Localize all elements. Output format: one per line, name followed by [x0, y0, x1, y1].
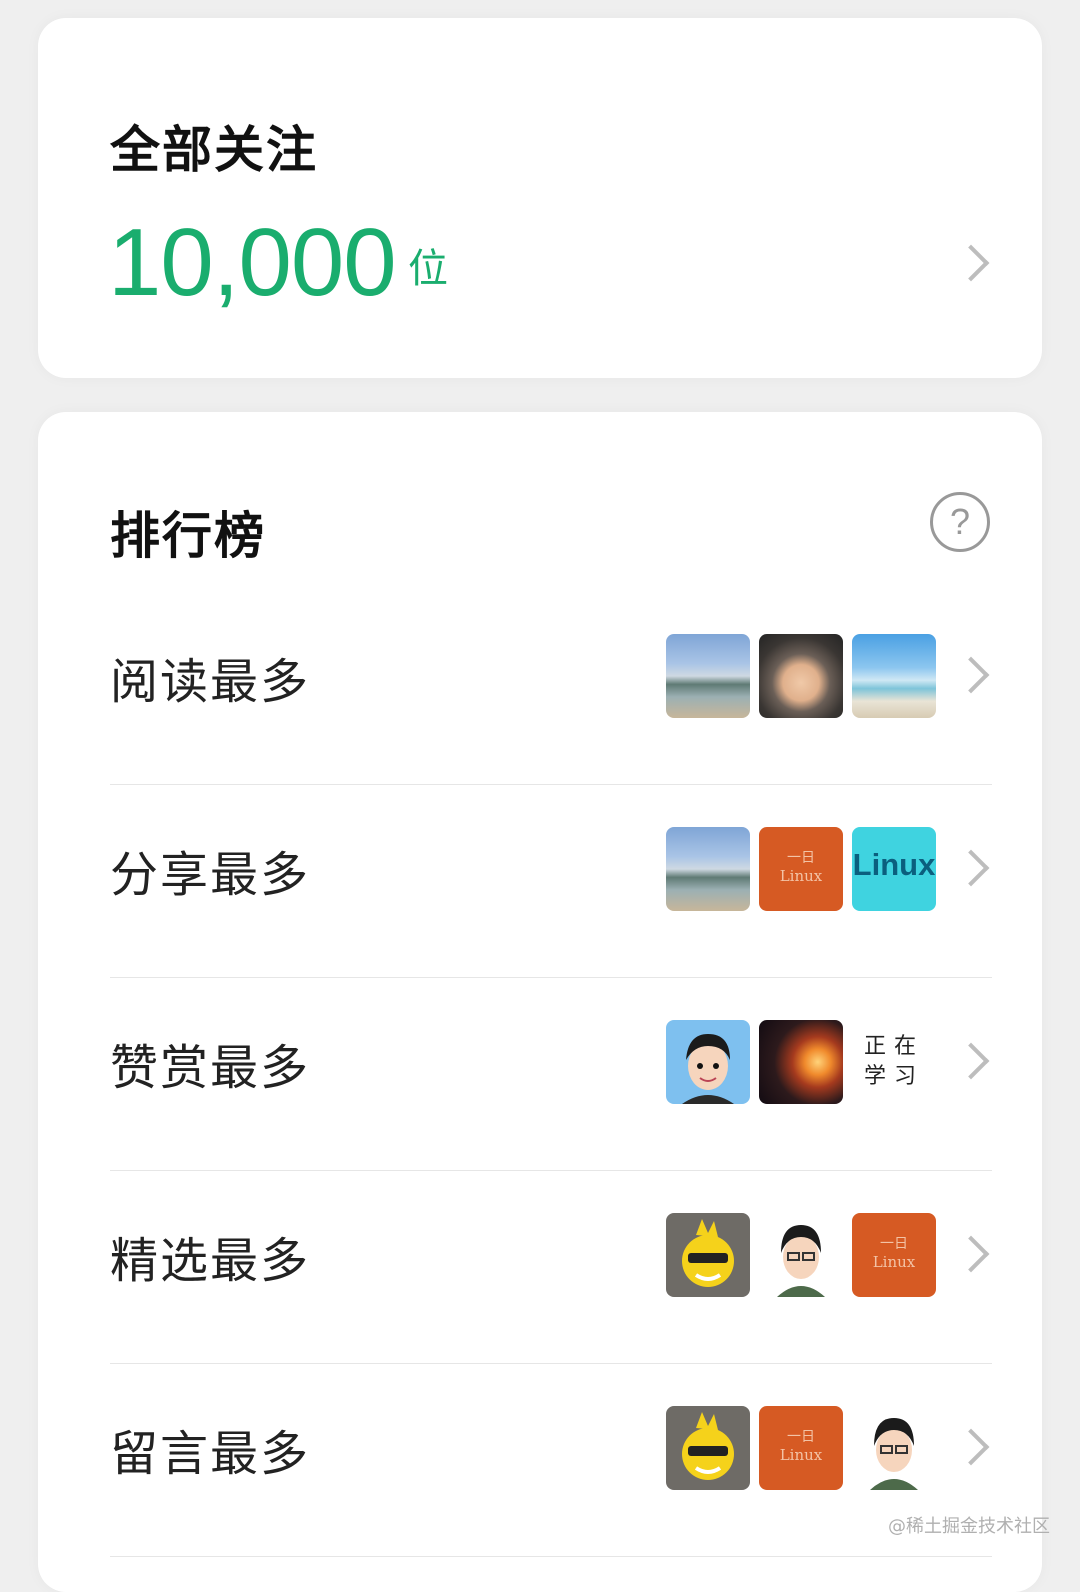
- chevron-right-icon: [952, 849, 990, 887]
- follow-count-unit: 位: [408, 246, 448, 292]
- avatar-text: Linux: [779, 1446, 823, 1464]
- avatar: [852, 1406, 936, 1490]
- ranking-title: 排行榜: [110, 507, 266, 565]
- avatar: 一日 Linux: [852, 1213, 936, 1297]
- all-follows-title: 全部关注: [110, 121, 318, 179]
- ranking-row-most-featured[interactable]: 精选最多 一日 Linux: [110, 1171, 992, 1364]
- ranking-row-label: 分享最多: [110, 847, 311, 903]
- avatar-text: 一日: [787, 1429, 815, 1445]
- chevron-right-icon: [952, 656, 990, 694]
- avatar-text: 一日: [880, 1236, 908, 1252]
- ranking-row-label: 留言最多: [110, 1426, 311, 1482]
- ranking-row-most-tipped[interactable]: 赞赏最多 正在 学习: [110, 978, 992, 1171]
- avatar: [666, 634, 750, 718]
- question-circle-icon[interactable]: ?: [930, 492, 990, 552]
- avatar: [852, 634, 936, 718]
- ranking-row-label: 精选最多: [110, 1233, 311, 1289]
- ranking-row-label: 阅读最多: [110, 654, 311, 710]
- ranking-row-most-read[interactable]: 阅读最多: [110, 592, 992, 785]
- ranking-row-label: 赞赏最多: [110, 1040, 311, 1096]
- chevron-right-icon: [952, 1042, 990, 1080]
- follow-count: 10,000: [108, 209, 397, 316]
- ranking-row-most-comments[interactable]: 留言最多 一日 Linux: [110, 1364, 992, 1557]
- watermark: @稀土掘金技术社区: [888, 1516, 1050, 1537]
- avatar: [759, 1213, 843, 1297]
- avatar: Linux: [852, 827, 936, 911]
- avatar-text: 学习: [864, 1064, 925, 1089]
- avatar-text: 一日: [787, 850, 815, 866]
- avatar: [666, 1213, 750, 1297]
- avatar-text: Linux: [852, 847, 936, 882]
- all-follows-card[interactable]: 全部关注 10,000 位: [38, 18, 1042, 378]
- avatar: 一日 Linux: [759, 827, 843, 911]
- chevron-right-icon: [952, 1428, 990, 1466]
- avatar: [759, 1020, 843, 1104]
- avatar: [666, 827, 750, 911]
- chevron-right-icon: [952, 244, 990, 282]
- avatar-text: Linux: [872, 1253, 916, 1271]
- avatar-text: 正在: [864, 1034, 925, 1059]
- avatar: [666, 1020, 750, 1104]
- ranking-card: 排行榜 ? 阅读最多 分享最多 一日 Linux Linux 赞赏最多 正在 学…: [38, 412, 1042, 1592]
- avatar-text: Linux: [779, 867, 823, 885]
- divider: [110, 1556, 992, 1557]
- avatar: [666, 1406, 750, 1490]
- ranking-row-most-shared[interactable]: 分享最多 一日 Linux Linux: [110, 785, 992, 978]
- chevron-right-icon: [952, 1235, 990, 1273]
- avatar: [759, 634, 843, 718]
- avatar: 正在 学习: [852, 1020, 936, 1104]
- avatar: 一日 Linux: [759, 1406, 843, 1490]
